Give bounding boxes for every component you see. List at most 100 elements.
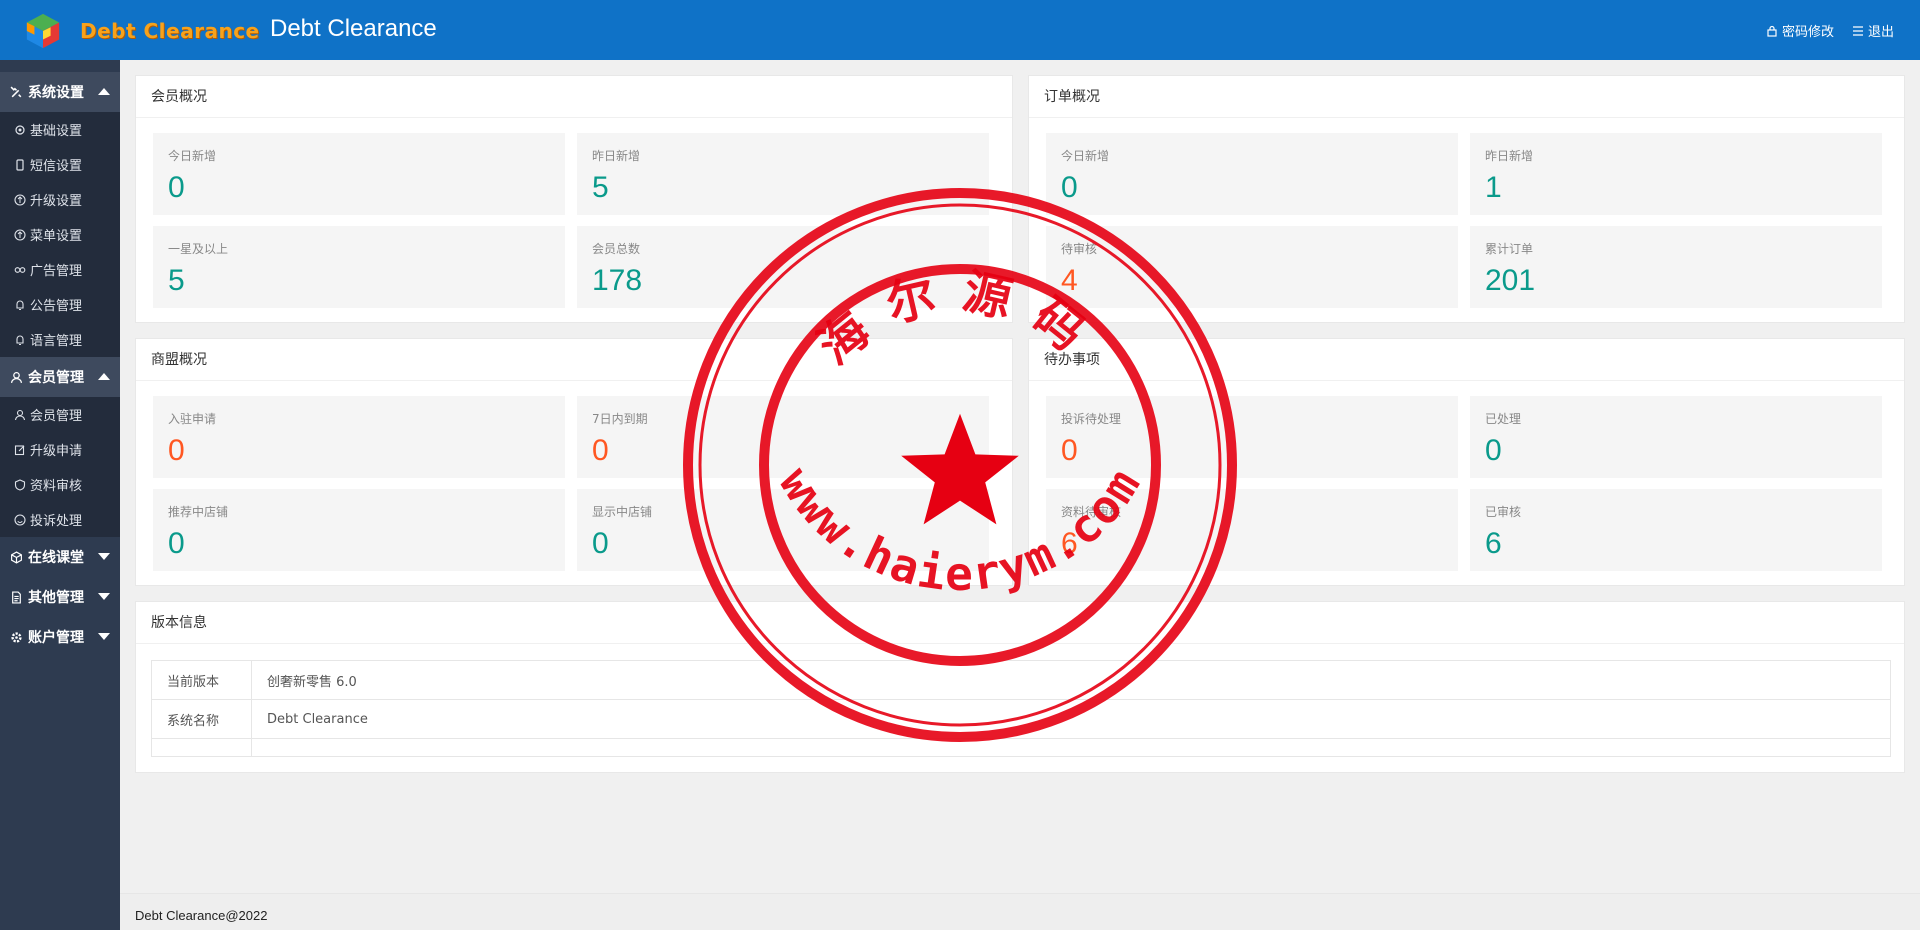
sidebar-group-label: 账户管理 [28,630,84,646]
stat-label: 昨日新增 [592,149,641,163]
upgrade-icon [14,193,26,206]
stat-label: 已处理 [1485,412,1522,426]
document-icon [12,590,21,604]
sidebar-item-label: 投诉处理 [30,514,83,529]
stat-value: 178 [592,264,643,297]
stat-label: 显示中店铺 [592,505,653,519]
stat-value: 1 [1485,171,1502,204]
stat-label: 待审核 [1061,242,1098,256]
stat-card: 显示中店铺 0 [577,489,989,571]
merchants-panel: 商盟概况 入驻申请 0 7日内到期 0 推荐中店铺 0 显示中店铺 0 [135,338,1013,586]
sidebar-item-sms-settings[interactable]: 短信设置 [0,147,120,182]
sidebar-item-label: 基础设置 [30,124,83,139]
shield-icon [14,478,26,491]
version-table: 当前版本 创奢新零售 6.0 系统名称 Debt Clearance [151,660,1891,757]
stat-value: 0 [168,171,185,204]
logout-link[interactable]: 退出 [1852,21,1894,40]
sidebar-group-members[interactable]: 会员管理 [0,357,120,397]
caret-up-icon [98,373,110,380]
table-value: 创奢新零售 6.0 [251,660,1891,700]
footer-text: Debt Clearance@2022 [135,908,268,923]
caret-down-icon [98,593,110,600]
sidebar-item-ad-management[interactable]: 广告管理 [0,252,120,287]
sidebar-item-complaints[interactable]: 投诉处理 [0,502,120,537]
stat-value: 0 [168,434,185,467]
stat-card: 昨日新增 1 [1470,133,1882,215]
stat-label: 推荐中店铺 [168,505,229,519]
stat-card: 昨日新增 5 [577,133,989,215]
sidebar-group-system[interactable]: 系统设置 [0,72,120,112]
sidebar-item-basic-settings[interactable]: 基础设置 [0,112,120,147]
sidebar-item-upgrade-settings[interactable]: 升级设置 [0,182,120,217]
app-logo[interactable]: Debt Clearance [20,10,270,52]
sidebar-item-member-management[interactable]: 会员管理 [0,397,120,432]
members-panel: 会员概况 今日新增 0 昨日新增 5 一星及以上 5 会员总数 178 [135,75,1013,323]
sidebar-item-label: 短信设置 [30,159,83,174]
orders-panel: 订单概况 今日新增 0 昨日新增 1 待审核 4 累计订单 201 [1028,75,1905,323]
sidebar: 系统设置 基础设置 短信设置 升级设置 菜单设置 广告管理 公告管理 语言管理 … [0,60,120,930]
stat-card: 会员总数 178 [577,226,989,308]
stat-card: 资料待审核 6 [1046,489,1458,571]
sidebar-item-label: 升级申请 [30,444,83,459]
panel-title: 商盟概况 [136,339,1012,381]
sidebar-group-other[interactable]: 其他管理 [0,577,120,617]
top-header: Debt Clearance Debt Clearance 密码修改 退出 [0,0,1920,60]
sidebar-group-online-class[interactable]: 在线课堂 [0,537,120,577]
phone-icon [16,158,24,171]
sidebar-item-label: 菜单设置 [30,229,83,244]
stat-label: 会员总数 [592,242,641,256]
change-password-label: 密码修改 [1781,25,1834,40]
stat-value: 201 [1485,264,1536,297]
table-key: 当前版本 [151,660,252,700]
stat-label: 已审核 [1485,505,1522,519]
menu-icon [14,228,26,241]
stat-label: 累计订单 [1485,242,1534,256]
sidebar-group-label: 其他管理 [28,590,84,606]
lock-icon [1767,25,1777,37]
sidebar-group-account[interactable]: 账户管理 [0,617,120,657]
stat-label: 今日新增 [1061,149,1110,163]
stat-value: 5 [592,171,609,204]
sidebar-item-label: 会员管理 [30,409,83,424]
stat-card: 投诉待处理 0 [1046,396,1458,478]
stat-card: 待审核 4 [1046,226,1458,308]
sidebar-item-profile-review[interactable]: 资料审核 [0,467,120,502]
stat-card: 7日内到期 0 [577,396,989,478]
sidebar-item-menu-settings[interactable]: 菜单设置 [0,217,120,252]
table-row [151,738,1891,757]
smile-icon [14,513,26,526]
sidebar-item-upgrade-requests[interactable]: 升级申请 [0,432,120,467]
stat-card: 已审核 6 [1470,489,1882,571]
logo-text: Debt Clearance [80,19,260,43]
stat-card: 入驻申请 0 [153,396,565,478]
stat-card: 一星及以上 5 [153,226,565,308]
sidebar-item-label: 公告管理 [30,299,83,314]
footer: Debt Clearance@2022 [120,893,1920,930]
panel-title: 会员概况 [136,76,1012,118]
stat-value: 6 [1061,527,1078,560]
stat-label: 入驻申请 [168,412,217,426]
stat-label: 7日内到期 [592,412,648,426]
sidebar-group-label: 在线课堂 [28,550,84,566]
user-icon [10,371,23,383]
stat-value: 0 [1485,434,1502,467]
sidebar-item-language-management[interactable]: 语言管理 [0,322,120,357]
sidebar-item-label: 升级设置 [30,194,83,209]
caret-down-icon [98,553,110,560]
stat-value: 0 [592,527,609,560]
stat-value: 6 [1485,527,1502,560]
bell-icon [16,335,24,345]
table-key [151,738,252,757]
stat-label: 资料待审核 [1061,505,1122,519]
sidebar-item-label: 资料审核 [30,479,83,494]
sidebar-item-notice-management[interactable]: 公告管理 [0,287,120,322]
cube-logo-icon [26,13,60,49]
table-value [251,738,1891,757]
stat-value: 0 [1061,434,1078,467]
stat-card: 推荐中店铺 0 [153,489,565,571]
stat-card: 今日新增 0 [153,133,565,215]
sidebar-group-label: 系统设置 [28,85,84,101]
caret-down-icon [98,633,110,640]
table-row: 系统名称 Debt Clearance [151,699,1891,739]
change-password-link[interactable]: 密码修改 [1766,21,1834,40]
